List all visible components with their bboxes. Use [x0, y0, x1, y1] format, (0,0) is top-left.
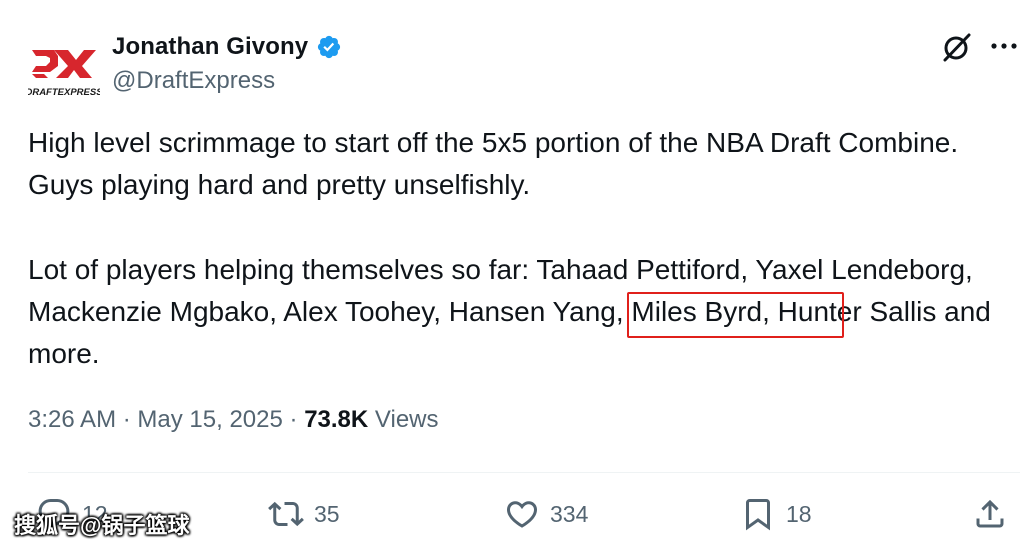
like-icon — [506, 501, 538, 528]
bookmark-button[interactable]: 18 — [740, 494, 812, 534]
verified-badge-icon — [318, 35, 341, 59]
meta-separator: · — [122, 406, 131, 433]
grok-icon[interactable] — [940, 30, 974, 64]
like-button[interactable]: 334 — [504, 494, 588, 534]
draftexpress-logo: DRAFTEXPRESS — [25, 50, 103, 98]
tweet-paragraph-1: High level scrimmage to start off the 5x… — [28, 127, 959, 201]
tweet-date[interactable]: May 15, 2025 — [137, 406, 282, 433]
author-handle[interactable]: @DraftExpress — [112, 67, 342, 95]
author-name[interactable]: Jonathan Givony — [112, 33, 308, 61]
retweet-count: 35 — [314, 500, 340, 527]
author-block: Jonathan Givony @DraftExpress — [112, 30, 342, 95]
tweet-meta: 3:26 AM · May 15, 2025 · 73.8K Views — [28, 406, 439, 434]
highlight-box — [627, 292, 844, 338]
tweet-text: High level scrimmage to start off the 5x… — [28, 122, 1008, 375]
bookmark-icon — [746, 499, 770, 531]
divider — [28, 472, 1020, 473]
tweet-paragraph-2: Lot of players helping themselves so far… — [28, 253, 991, 370]
like-count: 334 — [550, 500, 589, 527]
meta-separator: · — [289, 406, 298, 433]
watermark: 搜狐号@锅子篮球 — [14, 513, 190, 538]
share-icon — [976, 499, 1004, 528]
retweet-icon — [268, 501, 304, 527]
retweet-button[interactable]: 35 — [268, 494, 340, 534]
more-icon[interactable] — [988, 36, 1020, 56]
share-button[interactable] — [972, 494, 1008, 534]
avatar[interactable]: DRAFTEXPRESS — [25, 36, 103, 108]
views-label: Views — [374, 406, 439, 433]
tweet-time[interactable]: 3:26 AM — [28, 406, 116, 433]
views-count: 73.8K — [304, 406, 369, 433]
bookmark-count: 18 — [786, 500, 812, 527]
logo-text: DRAFTEXPRESS — [28, 87, 100, 98]
